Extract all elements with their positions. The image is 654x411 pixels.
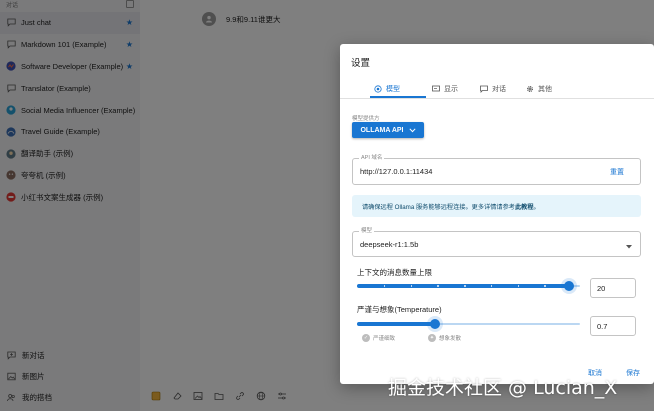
slider-tick [437, 285, 439, 287]
tab-label: 显示 [444, 85, 458, 93]
slider-tick [490, 285, 493, 287]
model-label: 模型 [359, 228, 375, 235]
slider-thumb[interactable] [430, 319, 441, 329]
context-limit-label: 上下文的消息数量上限 [357, 268, 432, 277]
temperature-slider[interactable] [357, 319, 580, 329]
chip-label: 想象发散 [439, 336, 462, 342]
provider-select-button[interactable]: OLLAMA API [352, 122, 424, 138]
save-button[interactable]: 保存 [626, 368, 640, 378]
gear-icon [526, 85, 534, 93]
slider-tick [383, 285, 386, 287]
context-limit-input[interactable]: 20 [590, 278, 636, 298]
chat-bubble-icon [480, 85, 488, 93]
temperature-label: 严谨与想象(Temperature) [357, 305, 442, 314]
slider-tick [464, 285, 466, 287]
sparkle-icon: ✦ [428, 334, 436, 342]
api-host-value: http://127.0.0.1:11434 [360, 167, 433, 176]
provider-label: 模型提供方 [352, 116, 380, 122]
slider-track [357, 322, 436, 326]
api-host-label: API 域名 [359, 155, 385, 162]
slider-tick [544, 285, 546, 287]
tab-chat[interactable]: 对话 [480, 80, 506, 97]
active-tab-indicator [370, 96, 426, 98]
model-icon [374, 84, 382, 93]
tab-other[interactable]: 其他 [526, 80, 552, 97]
api-host-field[interactable]: API 域名 http://127.0.0.1:11434 重置 [352, 155, 641, 185]
slider-tick [517, 285, 520, 287]
settings-tabs: 模型 显示 对话 其他 [340, 80, 654, 99]
tutorial-link[interactable]: 此教程 [515, 202, 534, 211]
temperature-input[interactable]: 0.7 [590, 316, 636, 336]
app-window: 对话 Just chat★Markdown 101 (Example)★Soft… [0, 0, 654, 411]
dropdown-arrow-icon [626, 242, 632, 251]
provider-value: OLLAMA API [360, 126, 404, 134]
context-limit-slider[interactable] [357, 281, 580, 291]
info-text: 请确保远程 Ollama 服务能够远程连接。更多详情请参考 [362, 203, 515, 211]
model-select[interactable]: 模型 deepseek-r1:1.5b [352, 228, 641, 257]
creative-chip: ✦ 想象发散 [428, 334, 461, 342]
slider-thumb[interactable] [563, 281, 574, 291]
dialog-title: 设置 [351, 58, 371, 69]
chip-label: 严谨细致 [373, 336, 396, 342]
info-alert: 请确保远程 Ollama 服务能够远程连接。更多详情请参考 此教程。 [352, 195, 641, 217]
tab-display[interactable]: 显示 [432, 80, 458, 97]
tab-label: 模型 [386, 85, 400, 93]
watermark: 掘金技术社区 @ Lucian_X [388, 377, 618, 399]
model-value: deepseek-r1:1.5b [360, 240, 419, 249]
precise-chip: ✓ 严谨细致 [362, 334, 395, 342]
slider-tick [410, 285, 413, 287]
slider-ticks [357, 285, 580, 287]
tab-model[interactable]: 模型 [374, 80, 400, 97]
tab-label: 对话 [492, 85, 506, 93]
info-suffix: 。 [533, 203, 540, 211]
chevron-down-icon [408, 127, 416, 133]
check-circle-icon: ✓ [362, 334, 370, 342]
reset-button[interactable]: 重置 [610, 167, 624, 177]
tab-label: 其他 [538, 85, 552, 93]
display-icon [432, 85, 440, 93]
settings-dialog: 设置 模型 显示 对话 其他 模型提供方 OLLAMA API API 域名 h… [340, 44, 654, 384]
